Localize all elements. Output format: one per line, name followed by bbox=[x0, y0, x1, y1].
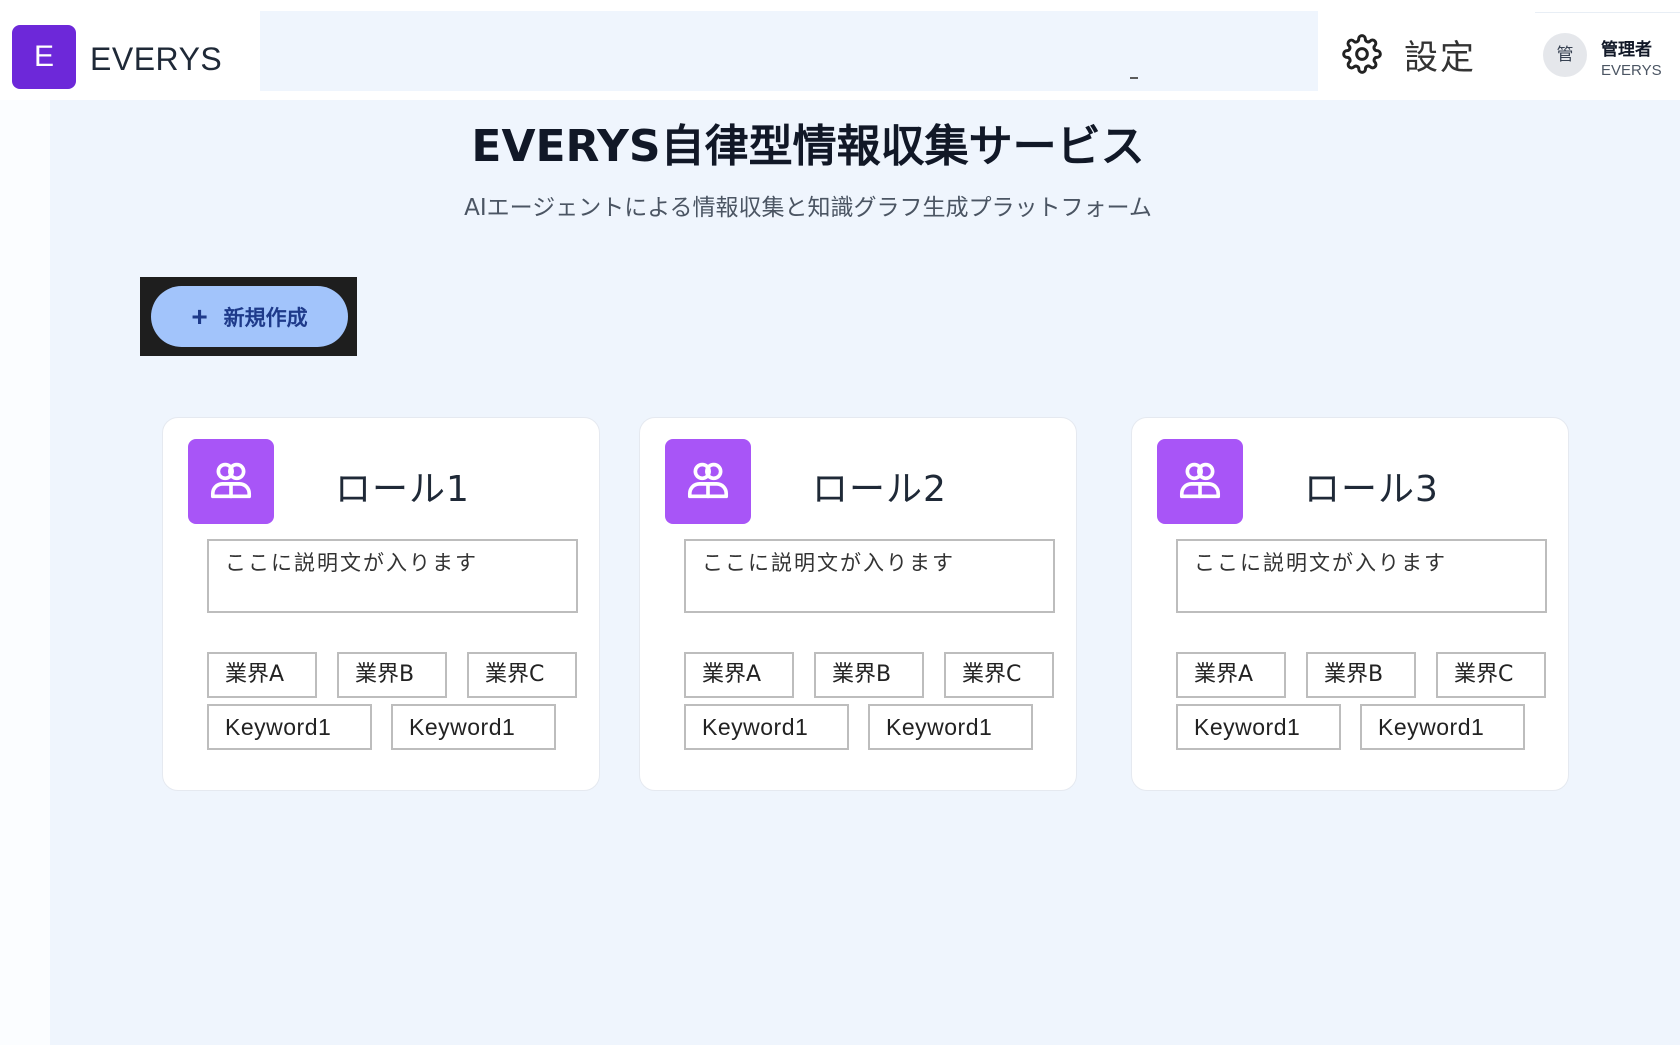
keyword-tag[interactable]: Keyword1 bbox=[684, 704, 849, 750]
industry-tag[interactable]: 業界A bbox=[207, 652, 317, 698]
role-description[interactable]: ここに説明文が入ります bbox=[1176, 539, 1547, 613]
header-band bbox=[260, 11, 1318, 91]
role-card-2[interactable]: ロール2 ここに説明文が入ります 業界A 業界B 業界C Keyword1 Ke… bbox=[639, 417, 1077, 791]
user-org: EVERYS bbox=[1601, 62, 1662, 79]
role-description[interactable]: ここに説明文が入ります bbox=[684, 539, 1055, 613]
new-create-label: 新規作成 bbox=[223, 306, 308, 330]
industry-tag[interactable]: 業界B bbox=[337, 652, 447, 698]
industry-tag[interactable]: 業界B bbox=[1306, 652, 1416, 698]
role-title: ロール1 bbox=[335, 469, 470, 510]
header-band-mark bbox=[1130, 77, 1138, 79]
keyword-tag[interactable]: Keyword1 bbox=[868, 704, 1033, 750]
user-menu[interactable]: 管 管理者 EVERYS bbox=[1535, 12, 1680, 96]
industry-tag[interactable]: 業界B bbox=[814, 652, 924, 698]
user-name: 管理者 bbox=[1601, 40, 1652, 60]
page-title: EVERYS自律型情報収集サービス bbox=[471, 121, 1145, 172]
industry-tag[interactable]: 業界C bbox=[467, 652, 577, 698]
brand-logo: E bbox=[12, 25, 76, 89]
users-icon bbox=[665, 439, 751, 524]
page-subtitle: AIエージェントによる情報収集と知識グラフ生成プラットフォーム bbox=[464, 195, 1152, 221]
users-icon bbox=[188, 439, 274, 524]
keyword-tag[interactable]: Keyword1 bbox=[391, 704, 556, 750]
top-header: E EVERYS 設定 管 管理者 EVERYS bbox=[0, 0, 1680, 100]
industry-tag[interactable]: 業界C bbox=[1436, 652, 1546, 698]
industry-tag[interactable]: 業界A bbox=[684, 652, 794, 698]
keyword-tag[interactable]: Keyword1 bbox=[1176, 704, 1341, 750]
plus-icon: + bbox=[191, 300, 208, 332]
gear-icon bbox=[1342, 34, 1382, 74]
keyword-tag[interactable]: Keyword1 bbox=[1360, 704, 1525, 750]
settings-label: 設定 bbox=[1404, 37, 1476, 78]
brand[interactable]: E EVERYS bbox=[6, 11, 260, 100]
app-page: E EVERYS 設定 管 管理者 EVERYS EVERYS自律型情報収集サー… bbox=[0, 0, 1680, 1045]
users-icon bbox=[1157, 439, 1243, 524]
role-card-1[interactable]: ロール1 ここに説明文が入ります 業界A 業界B 業界C Keyword1 Ke… bbox=[162, 417, 600, 791]
industry-tag[interactable]: 業界C bbox=[944, 652, 1054, 698]
settings-button[interactable]: 設定 bbox=[1342, 28, 1476, 80]
new-create-button[interactable]: + 新規作成 bbox=[151, 286, 348, 347]
role-description[interactable]: ここに説明文が入ります bbox=[207, 539, 578, 613]
role-title: ロール2 bbox=[812, 469, 947, 510]
new-button-frame: + 新規作成 bbox=[140, 277, 357, 356]
keyword-tag[interactable]: Keyword1 bbox=[207, 704, 372, 750]
brand-name: EVERYS bbox=[90, 41, 223, 77]
role-title: ロール3 bbox=[1304, 469, 1439, 510]
left-strip bbox=[0, 100, 50, 1045]
industry-tag[interactable]: 業界A bbox=[1176, 652, 1286, 698]
avatar: 管 bbox=[1543, 33, 1587, 77]
role-card-3[interactable]: ロール3 ここに説明文が入ります 業界A 業界B 業界C Keyword1 Ke… bbox=[1131, 417, 1569, 791]
